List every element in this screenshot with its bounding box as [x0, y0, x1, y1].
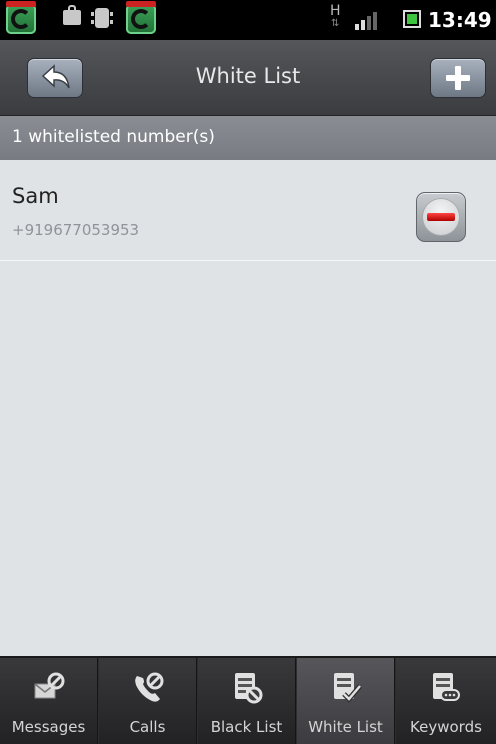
message-block-icon	[34, 672, 65, 699]
status-time: 13:49	[428, 8, 492, 32]
bottom-tab-bar: Messages Calls Black List White List Key…	[0, 656, 496, 744]
tab-label: Black List	[210, 718, 283, 736]
tab-label: White List	[308, 718, 383, 736]
network-type-indicator: H	[330, 3, 341, 19]
app-bar: White List	[0, 40, 496, 116]
whitelist-count-label: 1 whitelisted number(s)	[12, 127, 215, 147]
tab-keywords[interactable]: Keywords	[396, 658, 496, 744]
tab-calls[interactable]: Calls	[99, 658, 197, 744]
tab-label: Calls	[129, 718, 166, 736]
add-number-button[interactable]	[430, 58, 486, 98]
phone-block-icon	[135, 672, 164, 702]
status-bar: H ⇅ 13:49	[0, 0, 496, 40]
comodo-app-icon	[6, 1, 36, 34]
list-item[interactable]: Sam +919677053953	[0, 160, 496, 261]
list-count-header: 1 whitelisted number(s)	[0, 116, 496, 160]
tab-label: Keywords	[410, 718, 482, 736]
chip-icon	[91, 8, 113, 28]
screen: H ⇅ 13:49 White List 1 whitelisted numbe…	[0, 0, 496, 744]
whitelist-list[interactable]: Sam +919677053953	[0, 160, 496, 656]
data-activity-icon: ⇅	[331, 18, 340, 29]
tab-white-list[interactable]: White List	[297, 658, 395, 744]
contact-name: Sam	[12, 184, 59, 208]
remove-icon	[423, 199, 459, 235]
tab-messages[interactable]: Messages	[0, 658, 98, 744]
tab-black-list[interactable]: Black List	[198, 658, 296, 744]
battery-icon	[403, 10, 421, 28]
list-check-icon	[334, 673, 362, 703]
comodo-app-icon	[126, 1, 156, 34]
shopping-bag-icon	[63, 5, 81, 25]
page-title: White List	[195, 64, 301, 88]
keywords-icon	[433, 673, 460, 701]
contact-number: +919677053953	[12, 221, 140, 239]
remove-entry-button[interactable]	[416, 192, 466, 242]
tab-label: Messages	[11, 718, 86, 736]
signal-strength-icon	[355, 10, 385, 30]
list-block-icon	[235, 673, 263, 704]
